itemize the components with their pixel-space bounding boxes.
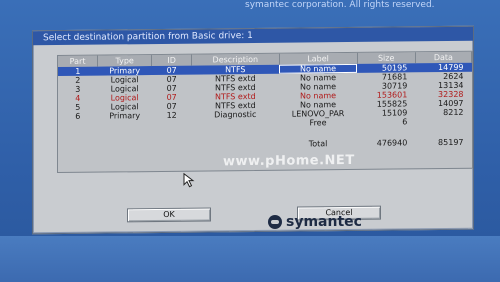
- total-data: 85197: [438, 137, 464, 147]
- col-part-header[interactable]: Part: [58, 55, 98, 68]
- cell-id: 07: [166, 74, 177, 84]
- partition-table: Part Type ID Description Label Size Data…: [58, 51, 472, 153]
- cell-data: 8212: [443, 107, 464, 118]
- cell-id: 07: [166, 101, 177, 111]
- total-label: Total: [308, 138, 328, 148]
- select-destination-dialog: Select destination partition from Basic …: [32, 25, 474, 235]
- symantec-logo-icon: [268, 215, 282, 229]
- cell-id: 07: [151, 65, 192, 76]
- cell-part: 4: [75, 93, 81, 103]
- dialog-title: Select destination partition from Basic …: [33, 26, 473, 46]
- desktop-bottom-area: [0, 236, 500, 282]
- cell-part: 2: [75, 75, 81, 85]
- cell-id: 07: [166, 92, 177, 102]
- col-size-header[interactable]: Size: [357, 52, 416, 64]
- ok-button[interactable]: OK: [127, 207, 211, 223]
- total-size: 476940: [376, 137, 408, 148]
- symantec-brand: symantec: [268, 214, 362, 230]
- symantec-brand-text: symantec: [286, 214, 362, 230]
- cell-id: 07: [166, 83, 177, 93]
- col-label-header[interactable]: Label: [279, 52, 358, 65]
- col-data-header[interactable]: Data: [415, 51, 472, 64]
- cell-part: [58, 121, 98, 130]
- cell-part: 5: [75, 102, 81, 112]
- cell-id: [152, 120, 192, 129]
- screen: symantec corporation. All rights reserve…: [0, 0, 500, 282]
- cell-id: 12: [166, 110, 177, 120]
- watermark-text: www.pHome.NET: [223, 152, 355, 170]
- cell-part: 1: [58, 66, 98, 77]
- col-description-header[interactable]: Description: [191, 53, 280, 66]
- cell-size: 6: [402, 117, 408, 127]
- col-id-header[interactable]: ID: [151, 54, 192, 67]
- total-row: Total 476940 85197: [58, 130, 472, 153]
- col-type-header[interactable]: Type: [97, 55, 152, 67]
- copyright-text: symantec corporation. All rights reserve…: [245, 0, 435, 10]
- mouse-cursor-icon: [183, 172, 195, 188]
- cell-part: 3: [75, 84, 81, 94]
- cell-part: 6: [75, 111, 81, 121]
